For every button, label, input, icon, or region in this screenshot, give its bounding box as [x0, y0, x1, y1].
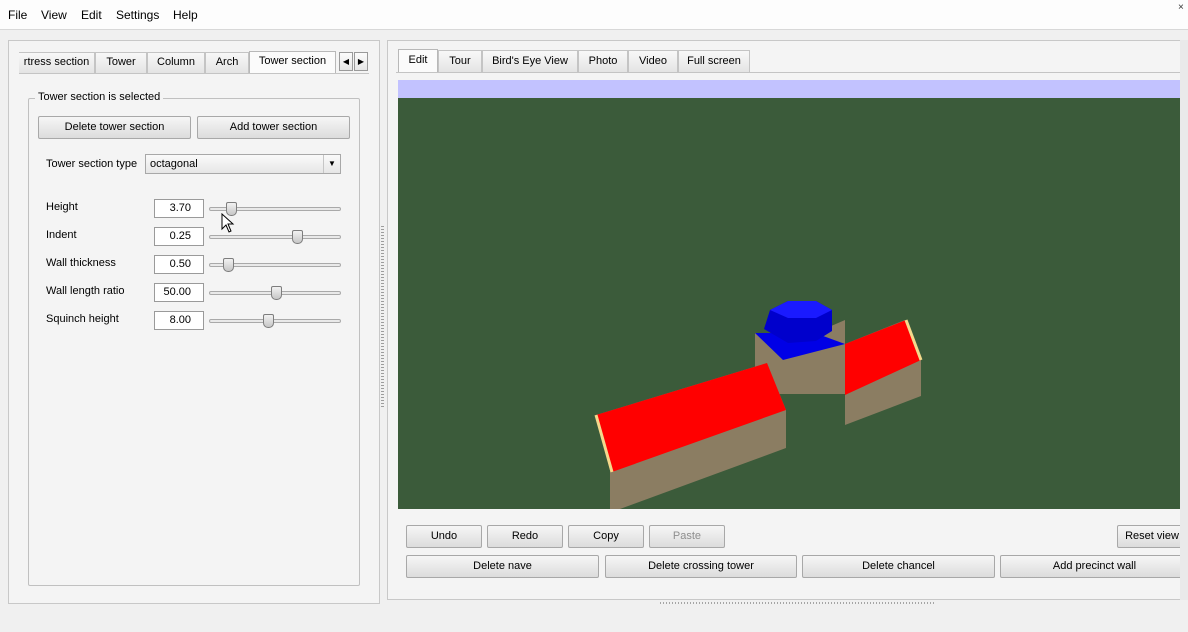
- param-value-field[interactable]: 0.50: [154, 255, 204, 274]
- building-model: [594, 301, 923, 509]
- slider-handle[interactable]: [271, 286, 282, 300]
- param-value-field[interactable]: 3.70: [154, 199, 204, 218]
- right-panel: Edit Tour Bird's Eye View Photo Video Fu…: [387, 40, 1188, 600]
- add-precinct-wall-button[interactable]: Add precinct wall: [1000, 555, 1188, 578]
- menu-help[interactable]: Help: [171, 7, 200, 23]
- tab-column[interactable]: Column: [147, 52, 205, 73]
- paste-button[interactable]: Paste: [649, 525, 725, 548]
- select-value: octagonal: [150, 158, 198, 170]
- param-label: Height: [46, 201, 78, 213]
- reset-view-button[interactable]: Reset view: [1117, 525, 1187, 548]
- tab-divider: [19, 73, 369, 74]
- param-slider[interactable]: [209, 202, 341, 216]
- tab-edit[interactable]: Edit: [398, 49, 438, 73]
- left-arrow-icon[interactable]: ◀: [339, 52, 353, 71]
- slider-handle[interactable]: [292, 230, 303, 244]
- undo-button[interactable]: Undo: [406, 525, 482, 548]
- slider-handle[interactable]: [223, 258, 234, 272]
- splitter-handle[interactable]: [381, 226, 384, 408]
- param-value-field[interactable]: 8.00: [154, 311, 204, 330]
- delete-nave-button[interactable]: Delete nave: [406, 555, 599, 578]
- horizontal-splitter-handle[interactable]: [660, 602, 936, 604]
- 3d-viewport[interactable]: [398, 98, 1188, 509]
- right-arrow-icon[interactable]: ▶: [354, 52, 368, 71]
- tab-birds-eye-view[interactable]: Bird's Eye View: [482, 50, 578, 72]
- slider-handle[interactable]: [263, 314, 274, 328]
- copy-button[interactable]: Copy: [568, 525, 644, 548]
- chevron-down-icon: ▼: [323, 155, 340, 173]
- delete-tower-section-button[interactable]: Delete tower section: [38, 116, 191, 139]
- param-value-field[interactable]: 50.00: [154, 283, 204, 302]
- param-label: Wall length ratio: [46, 285, 125, 297]
- menu-view[interactable]: View: [39, 7, 69, 23]
- tab-tower-section[interactable]: Tower section: [249, 51, 336, 74]
- tab-video[interactable]: Video: [628, 50, 678, 72]
- group-title: Tower section is selected: [35, 91, 164, 103]
- param-value-field[interactable]: 0.25: [154, 227, 204, 246]
- menu-edit[interactable]: Edit: [79, 7, 104, 23]
- param-slider[interactable]: [209, 286, 341, 300]
- param-label: Squinch height: [46, 313, 119, 325]
- mouse-cursor-icon: [221, 213, 235, 233]
- tab-photo[interactable]: Photo: [578, 50, 628, 72]
- add-tower-section-button[interactable]: Add tower section: [197, 116, 350, 139]
- tab-tour[interactable]: Tour: [438, 50, 482, 72]
- delete-chancel-button[interactable]: Delete chancel: [802, 555, 995, 578]
- viewport-header-strip: [398, 80, 1188, 99]
- delete-crossing-tower-button[interactable]: Delete crossing tower: [605, 555, 797, 578]
- tower-section-type-select[interactable]: octagonal ▼: [145, 154, 341, 174]
- param-slider[interactable]: [209, 258, 341, 272]
- right-edge-scrollbar[interactable]: [1180, 40, 1188, 600]
- param-label: Wall thickness: [46, 257, 116, 269]
- window-control-icon[interactable]: ×: [1178, 2, 1186, 28]
- tab-full-screen[interactable]: Full screen: [678, 50, 750, 72]
- left-tab-bar: rtress section Tower Column Arch Tower s…: [19, 51, 368, 74]
- tab-tower[interactable]: Tower: [95, 52, 147, 73]
- param-label: Indent: [46, 229, 77, 241]
- menu-bar: File View Edit Settings Help ×: [0, 0, 1188, 30]
- tab-divider: [396, 72, 1188, 73]
- tab-arch[interactable]: Arch: [205, 52, 249, 73]
- param-slider[interactable]: [209, 230, 341, 244]
- tab-fortress-section[interactable]: rtress section: [19, 52, 95, 73]
- redo-button[interactable]: Redo: [487, 525, 563, 548]
- menu-settings[interactable]: Settings: [114, 7, 161, 23]
- menu-file[interactable]: File: [6, 7, 29, 23]
- param-slider[interactable]: [209, 314, 341, 328]
- tower-section-type-label: Tower section type: [46, 158, 138, 170]
- left-panel: rtress section Tower Column Arch Tower s…: [8, 40, 380, 604]
